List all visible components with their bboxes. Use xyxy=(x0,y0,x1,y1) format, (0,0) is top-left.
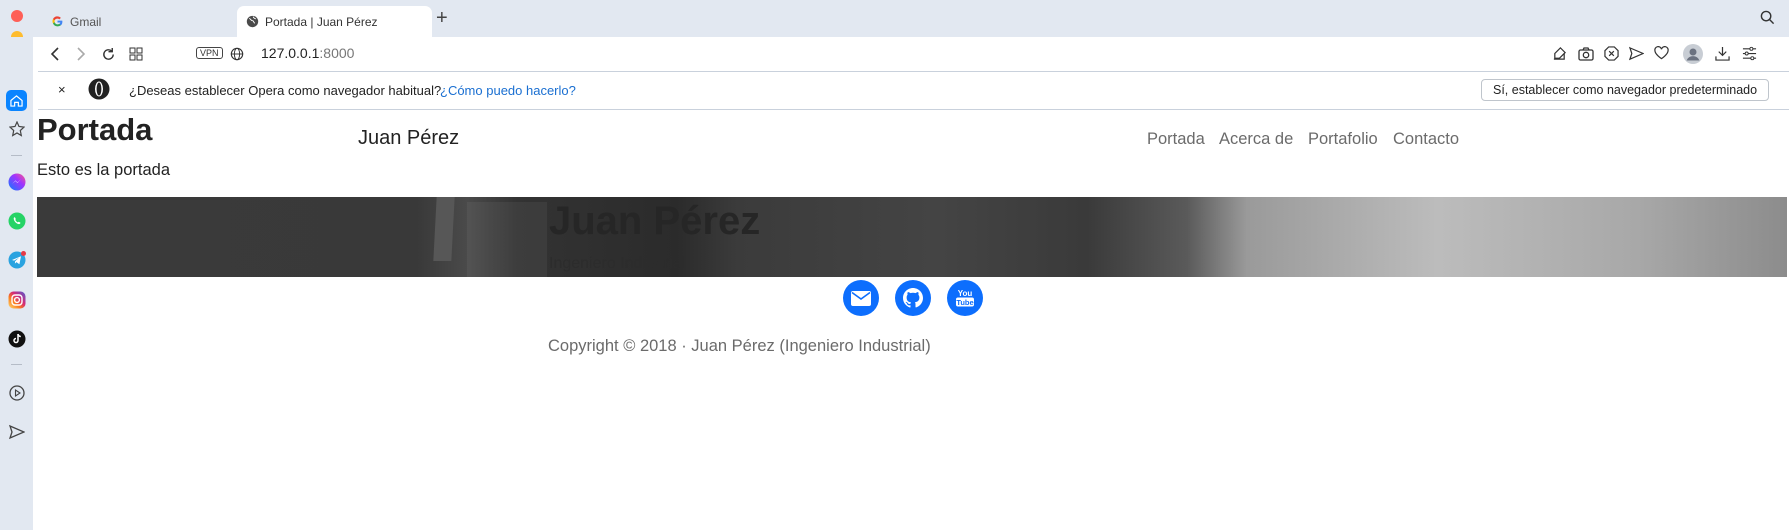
page-subtitle: Esto es la portada xyxy=(37,161,170,179)
email-icon[interactable] xyxy=(843,280,879,316)
nav-link-acerca-de[interactable]: Acerca de xyxy=(1219,130,1293,149)
adblock-icon[interactable] xyxy=(1604,46,1620,62)
instagram-icon[interactable] xyxy=(6,289,27,310)
tab-portada[interactable]: Portada | Juan Pérez xyxy=(237,6,432,37)
sidebar-divider xyxy=(11,155,22,156)
url-field[interactable]: 127.0.0.1:8000 xyxy=(261,45,354,61)
nav-link-contacto[interactable]: Contacto xyxy=(1393,130,1459,149)
send-flow-icon[interactable] xyxy=(6,421,27,442)
speed-dial-star-icon[interactable] xyxy=(6,118,27,139)
tab-search-icon[interactable] xyxy=(1760,10,1775,30)
page-viewport: Portada Esto es la portada Juan Pérez Po… xyxy=(37,110,1789,530)
youtube-you-text: You xyxy=(958,289,973,298)
download-icon[interactable] xyxy=(1715,46,1731,62)
tabs-grid-icon[interactable] xyxy=(127,45,145,63)
tab-label: Gmail xyxy=(70,14,102,29)
hero-background-shape xyxy=(433,197,455,261)
telegram-icon[interactable] xyxy=(6,249,27,270)
send-icon[interactable] xyxy=(1628,46,1645,62)
hero-background-shape xyxy=(467,202,547,277)
youtube-icon[interactable]: You Tube xyxy=(947,280,983,316)
forward-icon[interactable] xyxy=(72,45,90,63)
whatsapp-icon[interactable] xyxy=(6,210,27,231)
default-browser-infobar: × ¿Deseas establecer Opera como navegado… xyxy=(38,72,1789,110)
page-title: Portada xyxy=(37,112,153,147)
camera-icon[interactable] xyxy=(1578,46,1594,62)
url-port: :8000 xyxy=(319,45,355,61)
google-icon xyxy=(50,15,64,29)
how-to-link[interactable]: ¿Cómo puedo hacerlo? xyxy=(440,83,576,98)
tiktok-icon[interactable] xyxy=(6,328,27,349)
copyright-footer: Copyright © 2018 · Juan Pérez (Ingeniero… xyxy=(548,337,931,355)
easy-setup-icon[interactable] xyxy=(1742,46,1758,62)
sidebar-divider xyxy=(11,364,22,365)
tab-label: Portada | Juan Pérez xyxy=(265,14,378,29)
tab-bar: Gmail Portada | Juan Pérez + xyxy=(0,0,1789,65)
youtube-tube-text: Tube xyxy=(956,298,973,307)
tab-gmail[interactable]: Gmail xyxy=(42,6,232,37)
new-tab-plus-icon[interactable]: + xyxy=(436,8,448,28)
vpn-badge[interactable]: VPN xyxy=(196,47,223,59)
hero-masthead: Juan Pérez Ingeniero Industrial xyxy=(37,197,1787,277)
hero-heading: Juan Pérez xyxy=(549,199,761,243)
url-host: 127.0.0.1 xyxy=(261,45,320,61)
opera-sidebar xyxy=(0,37,33,530)
opera-logo-icon xyxy=(88,78,110,103)
globe-icon[interactable] xyxy=(228,45,246,63)
close-window-button[interactable] xyxy=(11,10,23,22)
hero-subheading: Ingeniero Industrial xyxy=(549,255,686,272)
heart-icon[interactable] xyxy=(1654,46,1670,62)
edit-share-icon[interactable] xyxy=(1552,46,1568,62)
navbar-brand[interactable]: Juan Pérez xyxy=(358,127,459,150)
infobar-message: ¿Deseas establecer Opera como navegador … xyxy=(129,83,442,98)
set-default-browser-button[interactable]: Sí, establecer como navegador predetermi… xyxy=(1481,79,1770,101)
home-icon[interactable] xyxy=(6,90,27,111)
player-icon[interactable] xyxy=(6,382,27,403)
address-bar: VPN 127.0.0.1:8000 xyxy=(38,37,1789,72)
reload-icon[interactable] xyxy=(99,45,117,63)
profile-avatar-icon[interactable] xyxy=(1683,44,1703,64)
messenger-icon[interactable] xyxy=(6,171,27,192)
globe-icon xyxy=(245,15,259,29)
github-icon[interactable] xyxy=(895,280,931,316)
nav-link-portada[interactable]: Portada xyxy=(1147,130,1205,149)
close-infobar-icon[interactable]: × xyxy=(58,82,66,97)
nav-link-portafolio[interactable]: Portafolio xyxy=(1308,130,1378,149)
back-icon[interactable] xyxy=(46,45,64,63)
